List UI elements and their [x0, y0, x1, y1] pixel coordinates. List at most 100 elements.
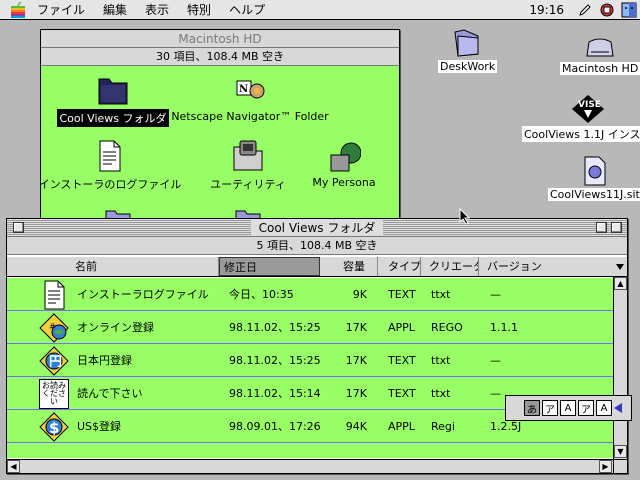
hd-item-cool-views[interactable]: Cool Views フォルダ — [41, 75, 188, 127]
file-type: APPL — [388, 419, 415, 433]
application-menu-icon[interactable] — [596, 0, 618, 20]
menu-help[interactable]: ヘルプ — [220, 0, 274, 20]
hd-item-label: Cool Views フォルダ — [57, 109, 169, 127]
document-icon — [44, 280, 65, 310]
menu-edit[interactable]: 編集 — [94, 0, 136, 20]
stuffit-archive-icon — [584, 156, 606, 186]
hd-item-netscape[interactable]: N Netscape Navigator™ Folder — [171, 77, 329, 124]
scroll-right-arrow-icon[interactable]: ▶ — [599, 460, 612, 473]
svg-text:$: $ — [49, 419, 59, 437]
file-creator: ttxt — [431, 386, 451, 400]
desktop-icon-deskwork[interactable]: DeskWork — [438, 26, 498, 73]
hd-item-label: インストーラのログファイル — [41, 178, 182, 191]
hd-item-label: Netscape Navigator™ Folder — [171, 110, 329, 123]
resize-grow-box[interactable] — [613, 459, 627, 473]
column-creator[interactable]: クリエータ — [421, 257, 479, 276]
file-creator: REGO — [431, 320, 463, 334]
palette-katakana-button[interactable]: ア — [542, 400, 558, 416]
menubar-clock[interactable]: 19:16 — [523, 3, 574, 17]
file-type: APPL — [388, 320, 415, 334]
utilities-folder-icon — [233, 140, 263, 171]
file-version: — — [490, 353, 501, 367]
finder-icon[interactable] — [618, 0, 640, 20]
menu-special[interactable]: 特別 — [178, 0, 220, 20]
cv-window-titlebar[interactable]: Cool Views フォルダ — [7, 219, 627, 237]
file-size: 17K — [345, 353, 367, 367]
hd-window-titlebar[interactable]: Macintosh HD — [41, 30, 399, 48]
column-name[interactable]: 名前 — [7, 257, 219, 276]
close-box[interactable] — [13, 222, 24, 233]
globe-icon — [330, 142, 361, 172]
vertical-scrollbar[interactable]: ▲ ▼ — [613, 277, 627, 459]
apple-logo-icon — [11, 1, 25, 18]
svg-text:VISE: VISE — [578, 100, 601, 110]
file-name: 読んで下さい — [77, 387, 143, 400]
zoom-box[interactable] — [596, 222, 607, 233]
desktop-icon-label: CoolViews 1.1J インスト — [522, 126, 640, 142]
list-column-header: 名前 修正日 容量 タイプ クリエータ バージョン — [7, 257, 613, 277]
file-size: 17K — [345, 386, 367, 400]
palette-halfwidth-katakana-button[interactable]: ア — [578, 400, 594, 416]
menu-file[interactable]: ファイル — [28, 0, 94, 20]
desktop-icon-coolviews-installer[interactable]: VISE CoolViews 1.1J インスト — [522, 94, 640, 142]
macintosh-hd-window[interactable]: Macintosh HD 30 項目、108.4 MB 空き Cool View… — [40, 29, 400, 229]
file-type: TEXT — [388, 386, 416, 400]
desktop-icon-label: Macintosh HD — [560, 62, 640, 75]
palette-fullwidth-alpha-button[interactable]: A — [560, 400, 576, 416]
menu-view[interactable]: 表示 — [136, 0, 178, 20]
document-icon — [99, 140, 121, 172]
desktop-icon-coolviews-sit[interactable]: CoolViews11J.sit — [548, 156, 640, 201]
menubar: ファイル 編集 表示 特別 ヘルプ 19:16 — [0, 0, 640, 20]
cv-window-title: Cool Views フォルダ — [250, 219, 384, 236]
table-row[interactable]: インストーラログファイル 今日、10:35 9K TEXT ttxt — — [7, 278, 613, 311]
palette-direct-input-button[interactable]: A — [596, 400, 612, 416]
column-size[interactable]: 容量 — [320, 257, 378, 276]
hd-window-info: 30 項目、108.4 MB 空き — [41, 48, 399, 66]
file-creator: ttxt — [431, 353, 451, 367]
file-type: TEXT — [388, 287, 416, 301]
file-size: 94K — [345, 419, 367, 433]
desktop-icon-label: DeskWork — [438, 60, 498, 73]
file-name: オンライン登録 — [77, 321, 154, 334]
pencil-icon[interactable] — [574, 0, 596, 20]
folder-icon — [454, 29, 479, 57]
svg-text:円: 円 — [49, 355, 62, 370]
table-row[interactable]: # オンライン登録 98.11.02、15:25 17K APPL REGO 1… — [7, 311, 613, 344]
collapse-box[interactable] — [611, 222, 622, 233]
column-date-modified[interactable]: 修正日 — [219, 257, 320, 276]
palette-hiragana-button[interactable]: あ — [524, 400, 540, 416]
yen-icon: 円 — [39, 346, 69, 376]
column-type[interactable]: タイプ — [378, 257, 421, 276]
hd-item-installer-log[interactable]: インストーラのログファイル — [41, 139, 185, 193]
hd-window-title: Macintosh HD — [170, 30, 270, 47]
file-size: 9K — [352, 287, 367, 301]
file-version: 1.2.5J — [490, 419, 522, 433]
desktop-icon-macintosh-hd[interactable]: Macintosh HD — [560, 38, 640, 75]
input-method-palette[interactable]: あ ア A ア A — [505, 395, 632, 421]
palette-collapse-arrow-icon[interactable] — [614, 403, 622, 413]
svg-text:#: # — [49, 322, 56, 331]
file-name: 日本円登録 — [77, 354, 132, 367]
hd-item-label: ユーティリティ — [210, 178, 286, 191]
file-version: — — [490, 287, 501, 301]
scroll-down-arrow-icon[interactable]: ▼ — [614, 445, 627, 458]
column-sort-direction-button[interactable] — [613, 257, 627, 277]
desktop-icon-label: CoolViews11J.sit — [548, 188, 640, 201]
vise-installer-icon: VISE — [571, 95, 604, 123]
horizontal-scrollbar[interactable]: ◀ ▶ — [7, 459, 613, 473]
scroll-up-arrow-icon[interactable]: ▲ — [614, 277, 627, 290]
file-version: — — [490, 386, 501, 400]
column-version[interactable]: バージョン — [479, 257, 613, 276]
file-type: TEXT — [388, 353, 416, 367]
hd-window-pane: Cool Views フォルダ N Netscape Navigator™ Fo… — [41, 67, 399, 228]
file-creator: ttxt — [431, 287, 451, 301]
hd-item-label: My Persona — [312, 176, 376, 189]
hd-item-my-persona[interactable]: My Persona — [294, 139, 394, 190]
cool-views-window[interactable]: Cool Views フォルダ 5 項目、108.4 MB 空き 名前 修正日 … — [6, 218, 628, 474]
folder-icon: N — [236, 80, 265, 99]
folder-icon — [98, 78, 128, 105]
scroll-left-arrow-icon[interactable]: ◀ — [7, 460, 20, 473]
apple-menu[interactable] — [8, 0, 28, 20]
hard-disk-icon — [586, 38, 614, 57]
table-row[interactable]: 円 日本円登録 98.11.02、15:25 17K TEXT ttxt — — [7, 344, 613, 377]
